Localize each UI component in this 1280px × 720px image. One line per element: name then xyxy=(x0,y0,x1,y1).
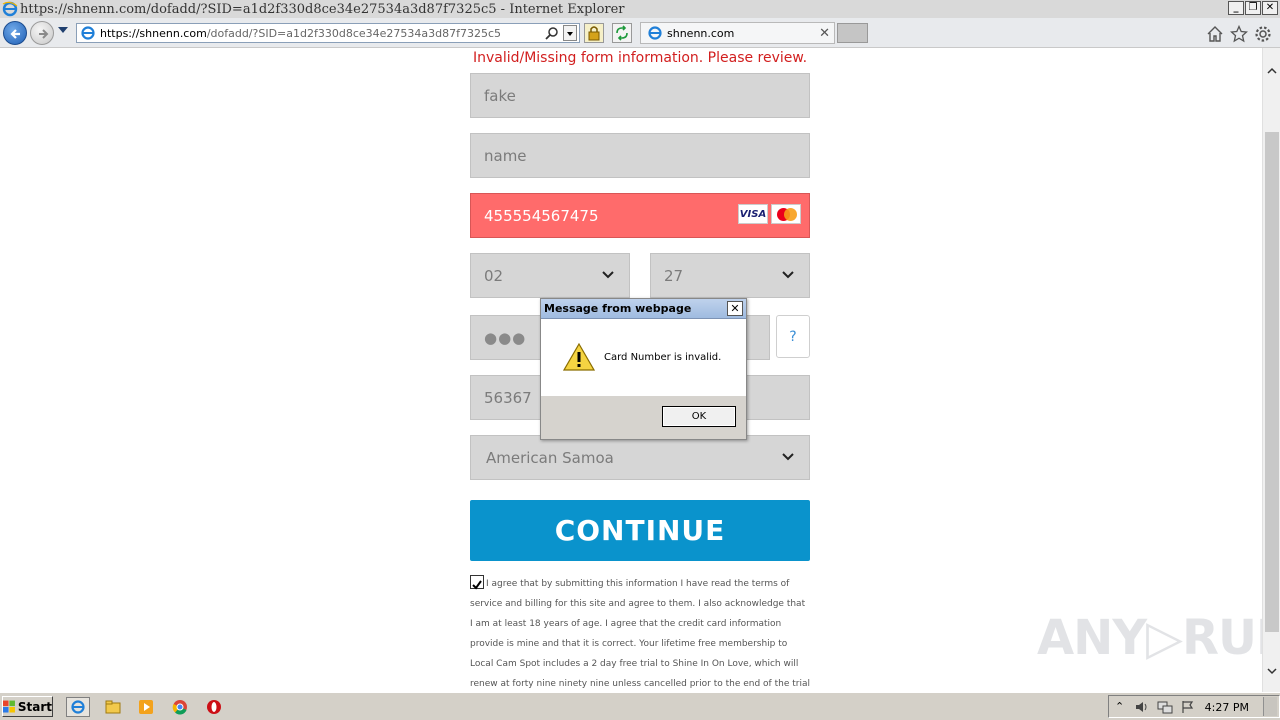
address-dropdown-button[interactable] xyxy=(563,25,577,41)
scroll-thumb[interactable] xyxy=(1265,132,1279,632)
ok-button[interactable]: OK xyxy=(662,406,736,427)
history-dropdown-icon[interactable] xyxy=(58,27,68,33)
refresh-button[interactable] xyxy=(612,23,632,43)
forward-button[interactable] xyxy=(30,21,54,45)
taskbar-explorer-button[interactable] xyxy=(101,697,125,717)
home-icon[interactable] xyxy=(1206,25,1224,43)
dialog-message: Card Number is invalid. xyxy=(604,352,722,363)
browser-tab[interactable]: shnenn.com ✕ xyxy=(640,22,835,44)
close-window-button[interactable]: ✕ xyxy=(1262,1,1278,15)
taskbar-media-button[interactable] xyxy=(134,697,158,717)
clock: 4:27 PM xyxy=(1204,701,1249,714)
network-icon[interactable] xyxy=(1157,700,1173,714)
exp-month-value: 02 xyxy=(484,266,504,285)
gear-icon[interactable] xyxy=(1254,25,1272,43)
refresh-icon xyxy=(616,25,628,41)
page-scrollbar[interactable] xyxy=(1262,48,1280,692)
address-url[interactable]: https://shnenn.com/dofadd/?SID=a1d2f330d… xyxy=(100,27,501,40)
folder-icon xyxy=(105,700,121,714)
browser-navbar: https://shnenn.com/dofadd/?SID=a1d2f330d… xyxy=(0,18,1280,48)
tray-expand-icon[interactable]: ⌃ xyxy=(1115,700,1124,713)
dialog-close-button[interactable]: ✕ xyxy=(727,301,743,316)
search-icon[interactable] xyxy=(545,26,559,40)
minimize-button[interactable]: _ xyxy=(1228,1,1244,15)
country-select[interactable]: American Samoa xyxy=(470,435,810,480)
show-desktop-button[interactable] xyxy=(1263,697,1277,716)
url-path: /dofadd/?SID=a1d2f330d8ce34e27534a3d87f7… xyxy=(206,26,502,40)
card-number-value: 455554567475 xyxy=(484,206,599,225)
opera-icon xyxy=(207,700,221,714)
country-value: American Samoa xyxy=(486,448,614,467)
exp-year-select[interactable]: 27 xyxy=(650,253,810,298)
back-arrow-icon xyxy=(10,29,20,39)
system-tray: ⌃ 4:27 PM xyxy=(1108,695,1280,718)
media-player-icon xyxy=(139,700,153,714)
visa-icon: VISA xyxy=(738,204,768,224)
scroll-up-icon[interactable] xyxy=(1267,66,1277,76)
dialog-titlebar: Message from webpage xyxy=(541,299,746,319)
window-titlebar: https://shnenn.com/dofadd/?SID=a1d2f330d… xyxy=(0,0,1280,18)
lock-icon xyxy=(588,26,600,41)
tab-label: shnenn.com xyxy=(667,26,735,40)
tab-close-button[interactable]: ✕ xyxy=(819,26,830,41)
restore-button[interactable]: ❐ xyxy=(1245,1,1261,15)
anyrun-watermark: ANY▷RUN xyxy=(1037,610,1262,666)
ie-logo-icon xyxy=(2,1,18,17)
chevron-down-icon xyxy=(782,453,794,461)
card-number-field[interactable]: 455554567475 VISA xyxy=(470,193,810,238)
first-name-field[interactable]: fake xyxy=(470,73,810,118)
dialog-footer: OK xyxy=(541,396,746,439)
chevron-down-icon xyxy=(782,271,794,279)
dialog-title: Message from webpage xyxy=(544,302,692,315)
chrome-icon xyxy=(172,700,187,715)
first-name-value: fake xyxy=(484,86,516,105)
new-tab-button[interactable] xyxy=(837,23,868,43)
terms-text: I agree that by submitting this informat… xyxy=(470,579,810,689)
back-button[interactable] xyxy=(3,21,27,45)
warning-icon xyxy=(563,343,595,371)
exp-month-select[interactable]: 02 xyxy=(470,253,630,298)
address-bar[interactable]: https://shnenn.com/dofadd/?SID=a1d2f330d… xyxy=(76,23,580,43)
chevron-down-icon xyxy=(602,271,614,279)
cvv-help-button[interactable]: ? xyxy=(776,315,810,358)
last-name-value: name xyxy=(484,146,527,165)
volume-icon[interactable] xyxy=(1135,700,1149,714)
form-error-message: Invalid/Missing form information. Please… xyxy=(472,50,808,66)
windows-logo-icon xyxy=(3,700,15,713)
taskbar: Start ⌃ 4:27 PM xyxy=(0,692,1280,720)
alert-dialog: Message from webpage ✕ Card Number is in… xyxy=(540,298,747,440)
exp-year-value: 27 xyxy=(664,266,684,285)
start-label: Start xyxy=(17,699,52,714)
security-lock-button[interactable] xyxy=(584,23,604,43)
forward-arrow-icon xyxy=(39,29,49,39)
zip-value: 56367 xyxy=(484,388,532,407)
taskbar-opera-button[interactable] xyxy=(202,697,226,717)
url-domain: https://shnenn.com xyxy=(100,26,207,40)
cvv-value: ●●● xyxy=(484,328,527,347)
ie-logo-icon xyxy=(71,700,85,714)
mastercard-icon xyxy=(771,204,801,224)
last-name-field[interactable]: name xyxy=(470,133,810,178)
card-logos: VISA xyxy=(738,204,801,224)
start-button[interactable]: Start xyxy=(2,696,53,717)
favorites-star-icon[interactable] xyxy=(1230,25,1248,43)
continue-button[interactable]: CONTINUE xyxy=(470,500,810,561)
taskbar-ie-button[interactable] xyxy=(66,697,90,717)
ie-tab-icon xyxy=(648,26,662,40)
ie-page-icon xyxy=(81,26,95,40)
taskbar-chrome-button[interactable] xyxy=(168,697,192,717)
action-center-flag-icon[interactable] xyxy=(1181,700,1195,714)
scroll-down-icon[interactable] xyxy=(1267,666,1277,676)
window-title: https://shnenn.com/dofadd/?SID=a1d2f330d… xyxy=(20,1,625,17)
